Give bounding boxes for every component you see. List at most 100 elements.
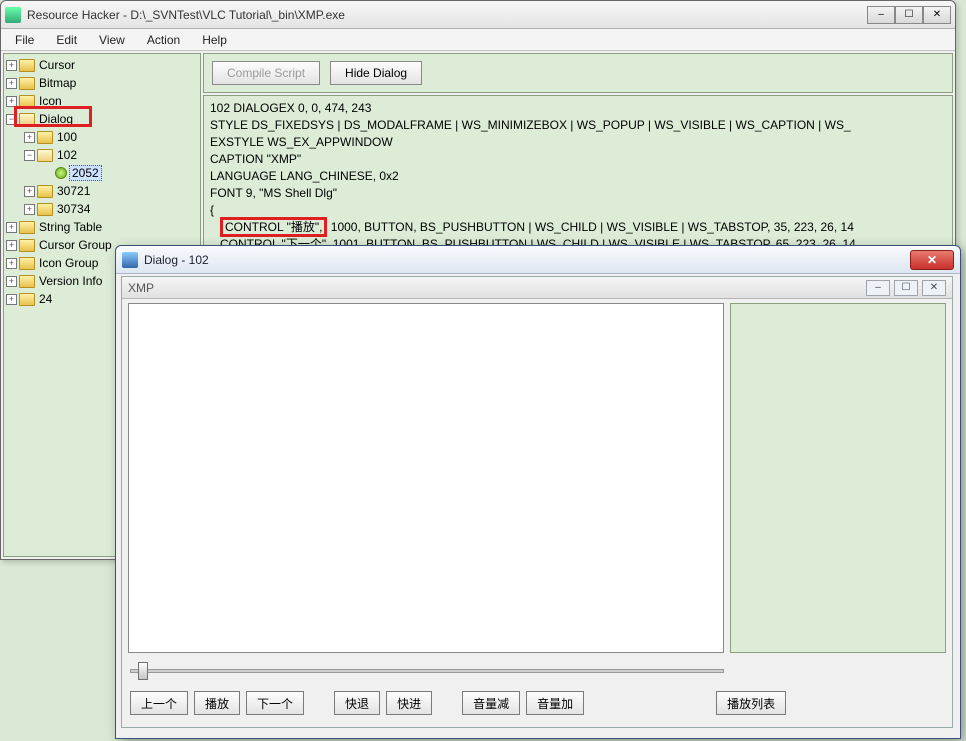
tree-dialog[interactable]: − Dialog: [6, 110, 198, 128]
dialog-preview-window[interactable]: Dialog - 102 ✕ XMP – ☐ ✕: [115, 245, 961, 739]
expand-icon[interactable]: +: [24, 132, 35, 143]
code-line: FONT 9, "MS Shell Dlg": [210, 186, 337, 200]
folder-icon: [19, 221, 35, 234]
rewind-button[interactable]: 快退: [334, 691, 380, 715]
tree-label: String Table: [37, 220, 104, 234]
code-line: LANGUAGE LANG_CHINESE, 0x2: [210, 169, 399, 183]
xmp-close-button[interactable]: ✕: [922, 280, 946, 296]
expand-icon[interactable]: +: [6, 276, 17, 287]
tree-label: 100: [55, 130, 79, 144]
expand-icon[interactable]: +: [24, 186, 35, 197]
play-button[interactable]: 播放: [194, 691, 240, 715]
folder-icon: [37, 203, 53, 216]
window-controls: – ☐ ✕: [867, 6, 951, 24]
xmp-minimize-button[interactable]: –: [866, 280, 890, 296]
resource-leaf-icon: [55, 167, 67, 179]
window-title: Resource Hacker - D:\_SVNTest\VLC Tutori…: [27, 8, 867, 22]
tree-dialog-100[interactable]: +100: [24, 128, 198, 146]
folder-open-icon: [19, 113, 35, 126]
volup-button[interactable]: 音量加: [526, 691, 584, 715]
expand-icon[interactable]: +: [6, 222, 17, 233]
folder-icon: [37, 185, 53, 198]
tree-stringtable[interactable]: + String Table: [6, 218, 198, 236]
tree-label: 30721: [55, 184, 92, 198]
prev-button[interactable]: 上一个: [130, 691, 188, 715]
dialog-close-button[interactable]: ✕: [910, 250, 954, 270]
xmp-maximize-button[interactable]: ☐: [894, 280, 918, 296]
tree-label: Cursor: [37, 58, 77, 72]
folder-icon: [19, 293, 35, 306]
main-titlebar[interactable]: Resource Hacker - D:\_SVNTest\VLC Tutori…: [1, 1, 955, 29]
tree-dialog-30721[interactable]: +30721: [24, 182, 198, 200]
dialog-title: Dialog - 102: [144, 253, 910, 267]
folder-icon: [19, 257, 35, 270]
code-line: EXSTYLE WS_EX_APPWINDOW: [210, 135, 393, 149]
tree-cursor[interactable]: + Cursor: [6, 56, 198, 74]
folder-open-icon: [37, 149, 53, 162]
folder-icon: [37, 131, 53, 144]
folder-icon: [19, 239, 35, 252]
tree-dialog-30734[interactable]: +30734: [24, 200, 198, 218]
code-line: STYLE DS_FIXEDSYS | DS_MODALFRAME | WS_M…: [210, 118, 851, 132]
tree-label: Bitmap: [37, 76, 78, 90]
folder-icon: [19, 95, 35, 108]
slider-track: [130, 669, 724, 673]
highlight-control-play: CONTROL "播放",: [220, 217, 327, 237]
next-button[interactable]: 下一个: [246, 691, 304, 715]
expand-icon[interactable]: +: [6, 294, 17, 305]
expand-icon[interactable]: +: [6, 60, 17, 71]
tree-label: 102: [55, 148, 79, 162]
code-line: [210, 220, 220, 234]
app-icon: [5, 7, 21, 23]
collapse-icon[interactable]: −: [24, 150, 35, 161]
menu-file[interactable]: File: [5, 31, 44, 49]
xmp-window-controls: – ☐ ✕: [866, 280, 946, 296]
tree-label: Icon Group: [37, 256, 100, 270]
forward-button[interactable]: 快进: [386, 691, 432, 715]
tree-label: Dialog: [37, 112, 75, 126]
menu-view[interactable]: View: [89, 31, 135, 49]
menubar: File Edit View Action Help: [1, 29, 955, 51]
code-line: 1000, BUTTON, BS_PUSHBUTTON | WS_CHILD |…: [327, 220, 853, 234]
minimize-button[interactable]: –: [867, 6, 895, 24]
tree-label: Icon: [37, 94, 64, 108]
progress-slider[interactable]: [130, 659, 724, 683]
tree-label: Cursor Group: [37, 238, 114, 252]
menu-action[interactable]: Action: [137, 31, 190, 49]
tree-dialog-102[interactable]: − 102: [24, 146, 198, 164]
xmp-content: 上一个 播放 下一个 快退 快进 音量减 音量加 播放列表: [122, 299, 952, 727]
playlist-button[interactable]: 播放列表: [716, 691, 786, 715]
tree-label: 2052: [69, 165, 102, 181]
expand-icon[interactable]: +: [24, 204, 35, 215]
xmp-caption: XMP: [128, 281, 154, 295]
hide-dialog-button[interactable]: Hide Dialog: [330, 61, 422, 85]
video-area[interactable]: [128, 303, 724, 653]
xmp-window: XMP – ☐ ✕ 上一个 播放 下一个: [121, 276, 953, 728]
tree-icon[interactable]: + Icon: [6, 92, 198, 110]
expand-icon[interactable]: +: [6, 78, 17, 89]
compile-script-button[interactable]: Compile Script: [212, 61, 320, 85]
tree-label: Version Info: [37, 274, 104, 288]
tree-bitmap[interactable]: + Bitmap: [6, 74, 198, 92]
menu-help[interactable]: Help: [192, 31, 237, 49]
slider-thumb[interactable]: [138, 662, 148, 680]
maximize-button[interactable]: ☐: [895, 6, 923, 24]
tree-label: 24: [37, 292, 54, 306]
player-buttons: 上一个 播放 下一个 快退 快进 音量减 音量加 播放列表: [130, 691, 786, 715]
menu-edit[interactable]: Edit: [46, 31, 87, 49]
voldown-button[interactable]: 音量减: [462, 691, 520, 715]
xmp-titlebar[interactable]: XMP – ☐ ✕: [122, 277, 952, 299]
collapse-icon[interactable]: −: [6, 114, 17, 125]
expand-icon[interactable]: +: [6, 96, 17, 107]
script-toolbar: Compile Script Hide Dialog: [203, 53, 953, 93]
code-line: CAPTION "XMP": [210, 152, 301, 166]
tree-label: 30734: [55, 202, 92, 216]
dialog-icon: [122, 252, 138, 268]
expand-icon[interactable]: +: [6, 258, 17, 269]
tree-dialog-102-2052[interactable]: 2052: [42, 164, 198, 182]
dialog-titlebar[interactable]: Dialog - 102 ✕: [116, 246, 960, 274]
playlist-area[interactable]: [730, 303, 946, 653]
expand-icon[interactable]: +: [6, 240, 17, 251]
close-button[interactable]: ✕: [923, 6, 951, 24]
folder-icon: [19, 59, 35, 72]
